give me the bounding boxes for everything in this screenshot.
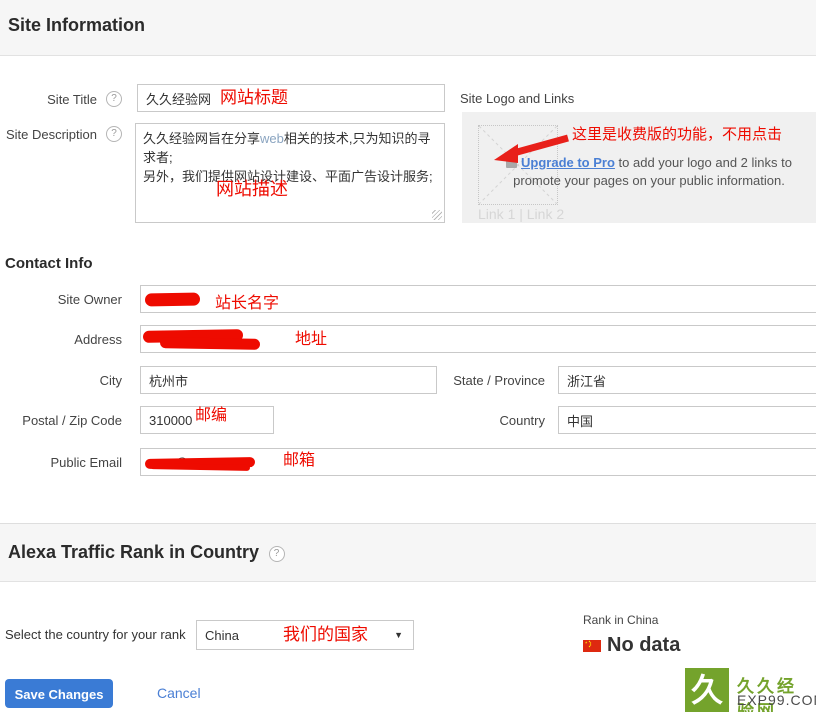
exp99-logo-icon: 久 bbox=[685, 668, 729, 712]
site-description-line1: 久久经验网旨在分享web相关的技术,只为知识的寻求者; bbox=[143, 129, 437, 167]
address-label: Address bbox=[74, 332, 122, 347]
site-owner-label-row: Site Owner bbox=[0, 285, 122, 313]
city-label: City bbox=[100, 373, 122, 388]
state-province-input[interactable] bbox=[558, 366, 816, 394]
site-title-label: Site Title bbox=[47, 92, 97, 107]
country-rank-select[interactable]: China ▼ bbox=[196, 620, 414, 650]
page-title: Site Information bbox=[8, 15, 145, 36]
exp99-logo-domain: EXP99.COM bbox=[737, 692, 816, 708]
select-country-label: Select the country for your rank bbox=[5, 627, 186, 642]
site-logo-links-label: Site Logo and Links bbox=[460, 91, 574, 106]
site-description-line2: 另外，我们提供网站设计建设、平面广告设计服务; bbox=[143, 167, 437, 186]
section-header-site-information: Site Information bbox=[0, 0, 816, 56]
country-label-row: Country bbox=[420, 406, 545, 434]
cancel-link[interactable]: Cancel bbox=[157, 685, 201, 701]
chevron-down-icon: ▼ bbox=[394, 630, 403, 640]
site-title-label-row: Site Title ? bbox=[0, 85, 122, 113]
redaction-scribble bbox=[145, 293, 200, 307]
address-label-row: Address bbox=[0, 325, 122, 353]
link-placeholders: Link 1 | Link 2 bbox=[478, 206, 564, 222]
postal-label-row: Postal / Zip Code bbox=[0, 406, 122, 434]
public-email-label-row: Public Email bbox=[0, 448, 122, 476]
country-input[interactable] bbox=[558, 406, 816, 434]
site-description-textarea[interactable]: 久久经验网旨在分享web相关的技术,只为知识的寻求者; 另外，我们提供网站设计建… bbox=[135, 123, 445, 223]
site-description-label-row: Site Description ? bbox=[0, 126, 122, 142]
alexa-rank-heading: Alexa Traffic Rank in Country bbox=[8, 542, 259, 563]
country-label: Country bbox=[499, 413, 545, 428]
save-button[interactable]: Save Changes bbox=[5, 679, 113, 708]
rank-in-country-label: Rank in China bbox=[583, 613, 658, 627]
help-icon[interactable]: ? bbox=[269, 546, 285, 562]
selected-country-value: China bbox=[205, 628, 239, 643]
help-icon[interactable]: ? bbox=[106, 91, 122, 107]
site-settings-page: Site Information Site Title ? 网站标题 Site … bbox=[0, 0, 816, 712]
state-label-row: State / Province bbox=[420, 366, 545, 394]
annotation-upgrade-warning: 这里是收费版的功能，不用点击 bbox=[572, 127, 782, 142]
contact-info-heading: Contact Info bbox=[5, 255, 93, 272]
logo-promo-box: Upgrade to Pro to add your logo and 2 li… bbox=[462, 112, 816, 223]
textarea-resize-handle[interactable] bbox=[432, 210, 442, 220]
red-arrow-icon bbox=[488, 130, 576, 166]
city-label-row: City bbox=[0, 366, 122, 394]
postal-zip-input[interactable] bbox=[140, 406, 274, 434]
city-input[interactable] bbox=[140, 366, 437, 394]
section-header-alexa-rank: Alexa Traffic Rank in Country ? bbox=[0, 523, 816, 582]
site-description-label: Site Description bbox=[6, 127, 97, 142]
state-province-label: State / Province bbox=[453, 373, 545, 388]
site-owner-input[interactable] bbox=[140, 285, 816, 313]
help-icon[interactable]: ? bbox=[106, 126, 122, 142]
redaction-scribble bbox=[160, 337, 260, 350]
postal-zip-label: Postal / Zip Code bbox=[22, 413, 122, 428]
site-title-input[interactable] bbox=[137, 84, 445, 112]
china-flag-icon bbox=[583, 640, 601, 652]
site-owner-label: Site Owner bbox=[58, 292, 122, 307]
rank-value: No data bbox=[607, 634, 680, 657]
public-email-label: Public Email bbox=[50, 455, 122, 470]
